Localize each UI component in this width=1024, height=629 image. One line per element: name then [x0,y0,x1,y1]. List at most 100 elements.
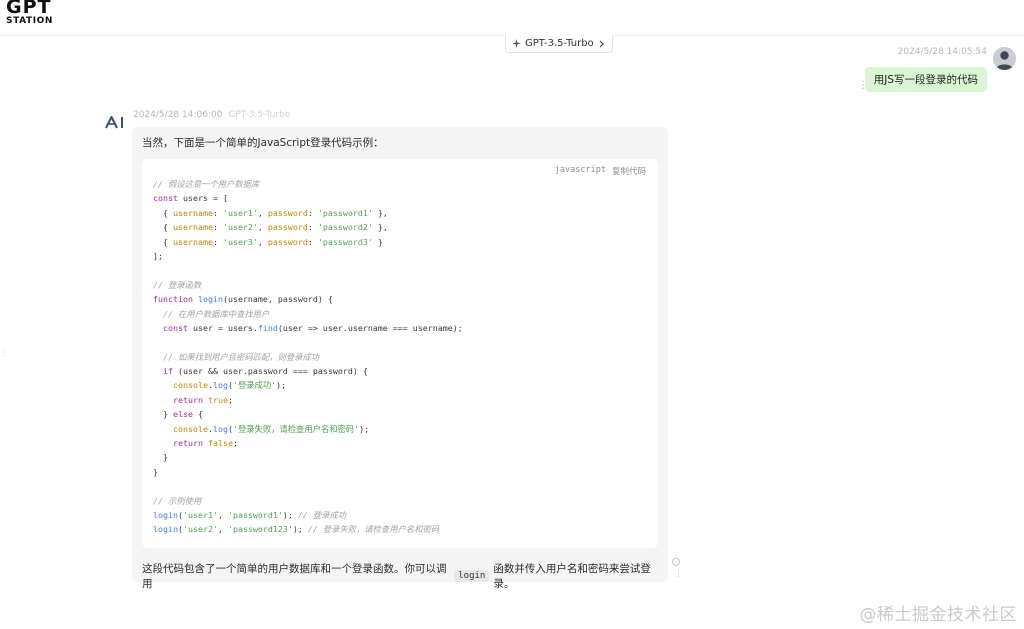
code-token: password [267,236,308,247]
user-avatar[interactable] [993,47,1016,70]
code-token: find [257,322,278,333]
code-token: ); [292,524,308,535]
code-token: }, [372,207,388,218]
app-logo[interactable]: GPT STATION [6,0,66,28]
sparkle-icon [512,39,521,48]
ai-message-more-icon[interactable]: ⋮ [674,570,683,579]
code-line: if (user && user.password === password) … [153,364,650,378]
message-more-icon[interactable]: ⋮ [858,81,868,91]
code-token: '登录成功' [232,380,277,391]
chevron-right-icon [598,40,605,48]
code-line: // 在用户数据库中查找用户 [153,307,650,321]
code-token: } [372,236,383,247]
ai-outro-before: 这段代码包含了一个简单的用户数据库和一个登录函数。你可以调用 [142,563,447,590]
code-token: log [212,380,228,391]
ai-logo-icon [105,116,123,129]
code-token: 'user1' [222,207,258,218]
code-token: return [172,394,203,405]
code-token: console [172,380,208,391]
code-line: login('user1', 'password1'); // 登录成功 [153,508,650,522]
code-token: ); [282,509,298,520]
code-token: 'password2' [317,222,373,233]
code-line: ]; [153,249,650,263]
code-line: function login(username, password) { [153,292,650,306]
code-token: username [172,236,213,247]
code-token: { [192,409,203,420]
logo-text-bottom: STATION [6,16,54,26]
code-token: , [257,207,268,218]
code-line: { username: 'user1', password: 'password… [153,206,650,220]
code-token: (username, password) { [222,294,333,305]
code-token: console [172,423,208,434]
code-token: // 如果找到用户且密码匹配，则登录成功 [163,351,320,362]
ai-message-model: GPT-3.5-Turbo [228,110,291,120]
code-token: : [212,207,223,218]
model-selector-button[interactable]: GPT-3.5-Turbo [505,35,613,53]
code-token: ); [276,380,287,391]
user-message-bubble: 用JS写一段登录的代码 [864,67,987,92]
code-token: login [153,524,178,535]
logo-text-top: GPT [6,0,52,18]
code-token: function [153,294,193,305]
model-selector-label: GPT-3.5-Turbo [525,38,594,49]
code-token: password [267,222,308,233]
ai-message-bubble: 当然，下面是一个简单的JavaScript登录代码示例： javascript … [132,127,668,590]
ai-intro-text: 当然，下面是一个简单的JavaScript登录代码示例： [142,137,384,149]
code-token: : [307,222,318,233]
code-token: } [153,409,173,420]
code-token: 'user2' [222,222,258,233]
code-token: 'user2' [182,524,218,535]
code-token: // 在用户数据库中查找用户 [163,308,270,319]
collapse-dots-icon[interactable]: ⋮ [0,348,9,358]
user-silhouette-icon [993,47,1016,70]
code-content[interactable]: // 假设这是一个用户数据库 const users = [ { username… [153,177,650,537]
code-token: : [307,236,318,247]
code-token: username [172,222,213,233]
code-token: ]; [153,250,163,261]
ai-outro-text: 这段代码包含了一个简单的用户数据库和一个登录函数。你可以调用 login 函数并… [142,561,668,591]
code-token: true [207,394,228,405]
code-token: ); [359,423,370,434]
code-line: } [153,465,650,479]
code-token: : [212,222,223,233]
code-line: console.log('登录失败，请检查用户名和密码'); [153,422,650,436]
code-token: // 登录成功 [297,509,347,520]
code-token: 'user3' [222,236,258,247]
select-circle-icon[interactable] [672,558,680,566]
ai-outro-after: 函数并传入用户名和密码来尝试登录。 [493,563,651,590]
code-token: , [217,509,228,520]
code-line: } [153,450,650,464]
code-token: false [207,438,233,449]
code-token: const [163,322,188,333]
code-token: else [172,409,193,420]
code-line: console.log('登录成功'); [153,378,650,392]
code-token: : [212,236,223,247]
code-token: login [197,294,223,305]
code-token: const [153,193,178,204]
code-token: 'password3' [317,236,373,247]
code-token: 'password123' [227,524,293,535]
copy-code-button[interactable]: 复制代码 [612,165,646,177]
code-line: return true; [153,393,650,407]
code-token: // 登录失败，请检查用户名和密码 [307,524,440,535]
code-block-header: javascript 复制代码 [555,165,646,177]
code-token: } [153,466,158,477]
code-line: // 如果找到用户且密码匹配，则登录成功 [153,350,650,364]
code-line: } else { [153,407,650,421]
user-message-timestamp: 2024/5/28 14:05:54 [897,47,987,57]
code-token: return [172,438,203,449]
code-line: { username: 'user2', password: 'password… [153,220,650,234]
code-token: '登录失败，请检查用户名和密码' [232,423,360,434]
code-token: 'user1' [182,509,218,520]
ai-message-meta: 2024/5/28 14:06:00 GPT-3.5-Turbo [133,110,290,120]
code-token: log [212,423,228,434]
code-token: { [153,236,173,247]
